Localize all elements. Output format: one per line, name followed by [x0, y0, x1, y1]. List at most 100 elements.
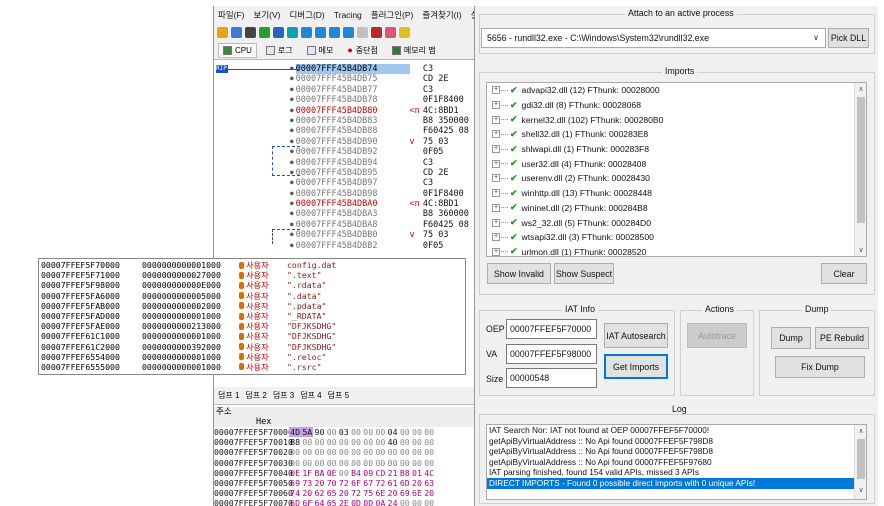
dump-row[interactable]: 00007FFEF5F70040 0E 1F BA 0E 00 B4 09 CD 21 B8 01 4C	[214, 468, 475, 478]
show-suspect-button[interactable]: Show Suspect	[554, 263, 614, 284]
import-module-row[interactable]: + ✔ wtsapi32.dll (3) FThunk: 00028500	[487, 230, 866, 245]
scroll-up-icon[interactable]: ∧	[855, 427, 866, 438]
expand-icon[interactable]: +	[492, 247, 500, 256]
tab-dump-3[interactable]: 덤프 3	[273, 390, 294, 401]
log-line[interactable]: IAT parsing finished, found 154 valid AP…	[487, 467, 866, 478]
size-input[interactable]: 00000548	[506, 368, 597, 388]
memory-map-panel[interactable]: 00007FFEF5F70000 0000000000001000 사용자 confi…	[38, 258, 466, 375]
dump-row[interactable]: 00007FFEF5F70060 74 20 62 65 20 72 75 6E 20 69 6E 20	[214, 488, 475, 498]
memory-region-row[interactable]: 00007FFEF5F70000 0000000000001000 사용자 confi…	[39, 260, 465, 270]
log-line[interactable]: getApiByVirtualAddress :: No Api found 0…	[487, 446, 866, 457]
autotrace-button[interactable]: Autotrace	[687, 323, 747, 348]
disasm-row[interactable]: ● 00007FFF45B4DB92 0F05	[214, 147, 475, 157]
dump-row[interactable]: 00007FFEF5F70050 69 73 20 70 72 6F 67 72 61 6D 20 63	[214, 478, 475, 488]
disasm-row[interactable]: ● 00007FFF45B4DB94 C3	[214, 158, 475, 168]
disasm-row[interactable]: ● 00007FFF45B4DBA0 <n 4C:8BD1	[214, 199, 475, 209]
expand-icon[interactable]: +	[492, 115, 500, 124]
dump-button[interactable]: Dump	[771, 327, 811, 349]
imports-tree[interactable]: + ✔ advapi32.dll (12) FThunk: 00028000 + ✔ gd…	[486, 82, 867, 257]
run-to-user-icon[interactable]	[357, 27, 368, 38]
disasm-row[interactable]: ● 00007FFF45B4DB74 C3	[214, 64, 475, 75]
trace-over-icon[interactable]	[329, 27, 340, 38]
clear-imports-button[interactable]: Clear	[821, 263, 867, 284]
menu-plugins[interactable]: 플러그인(P)	[371, 9, 414, 21]
import-module-row[interactable]: + ✔ user32.dll (4) FThunk: 00028408	[487, 156, 866, 171]
disasm-row[interactable]: ● 00007FFF45B4DB80 <n 4C:8BD1	[214, 106, 475, 116]
tab-cpu[interactable]: CPU	[218, 42, 257, 58]
disasm-row[interactable]: ● 00007FFF45B4DBB0 v 75 03	[214, 230, 475, 240]
menu-debug[interactable]: 디버그(D)	[289, 9, 324, 21]
disasm-row[interactable]: ● 00007FFF45B4DBA8 F60425 08	[214, 220, 475, 230]
log-line[interactable]: getApiByVirtualAddress :: No Api found 0…	[487, 457, 866, 468]
expand-icon[interactable]: +	[492, 86, 500, 95]
scroll-thumb[interactable]	[857, 439, 865, 479]
menu-file[interactable]: 파일(F)	[218, 9, 245, 21]
expand-icon[interactable]: +	[492, 130, 500, 139]
disasm-row[interactable]: ● 00007FFF45B4DBA3 B8 360000	[214, 209, 475, 219]
memory-region-row[interactable]: 00007FFEF61C1000 0000000000001000 사용자 "DFJK…	[39, 331, 465, 341]
run-icon[interactable]	[259, 27, 270, 38]
expand-icon[interactable]: +	[492, 203, 500, 212]
import-module-row[interactable]: + ✔ advapi32.dll (12) FThunk: 00028000	[487, 83, 866, 98]
memory-region-row[interactable]: 00007FFEF6555000 0000000000001000 사용자 ".rsr…	[39, 362, 465, 372]
tab-memory-map[interactable]: 메모리 맵	[387, 42, 441, 59]
memory-region-row[interactable]: 00007FFEF5FAE000 0000000000213000 사용자 "DFJK…	[39, 321, 465, 331]
disasm-row[interactable]: ● 00007FFF45B4DB98 0F1F8400	[214, 189, 475, 199]
process-select[interactable]: 5656 - rundll32.exe - C:\Windows\System3…	[481, 28, 826, 48]
import-module-row[interactable]: + ✔ shlwapi.dll (1) FThunk: 000283F8	[487, 142, 866, 157]
memory-region-row[interactable]: 00007FFEF5FA6000 0000000000005000 사용자 ".dat…	[39, 291, 465, 301]
import-module-row[interactable]: + ✔ ws2_32.dll (5) FThunk: 000284D0	[487, 215, 866, 230]
va-input[interactable]: 00007FFEF5F98000	[506, 344, 597, 364]
fix-dump-button[interactable]: Fix Dump	[775, 356, 865, 378]
disasm-row[interactable]: ● 00007FFF45B4DB83 B8 350000	[214, 116, 475, 126]
imports-scrollbar[interactable]: ∧ ∨	[854, 83, 866, 256]
memory-region-row[interactable]: 00007FFEF61C2000 0000000000392000 사용자 "DFJK…	[39, 342, 465, 352]
show-invalid-button[interactable]: Show Invalid	[487, 263, 551, 284]
log-line[interactable]: DIRECT IMPORTS - Found 0 possible direct…	[487, 477, 866, 489]
scroll-thumb[interactable]	[857, 97, 865, 223]
dump-row[interactable]: 00007FFEF5F70020 00 00 00 00 00 00 00 00 00 00 00 00	[214, 447, 475, 457]
pause-icon[interactable]	[273, 27, 284, 38]
memory-region-row[interactable]: 00007FFEF5FAD000 0000000000001000 사용자 "_RDA…	[39, 311, 465, 321]
scylla-icon[interactable]	[371, 27, 382, 38]
disasm-row[interactable]: ● 00007FFF45B4DB78 0F1F8400	[214, 95, 475, 105]
scroll-down-icon[interactable]: ∨	[855, 246, 866, 254]
memory-region-row[interactable]: 00007FFEF5F71000 0000000000027000 사용자 ".tex…	[39, 270, 465, 280]
import-module-row[interactable]: + ✔ kernel32.dll (102) FThunk: 000280B0	[487, 112, 866, 127]
log-view[interactable]: IAT Search Nor: IAT not found at OEP 000…	[486, 424, 867, 500]
memory-region-row[interactable]: 00007FFEF6554000 0000000000001000 사용자 ".rel…	[39, 352, 465, 362]
restart-icon[interactable]	[231, 27, 242, 38]
pe-rebuild-button[interactable]: PE Rebuild	[815, 327, 869, 349]
expand-icon[interactable]: +	[492, 159, 500, 168]
tab-breakpoints[interactable]: ● 중단점	[342, 42, 383, 59]
log-line[interactable]: IAT Search Nor: IAT not found at OEP 000…	[487, 425, 866, 436]
menu-view[interactable]: 보기(V)	[254, 9, 281, 21]
dump-row[interactable]: 00007FFEF5F70010 B8 00 00 00 00 00 00 00 40 00 00 00	[214, 437, 475, 447]
expand-icon[interactable]: +	[492, 174, 500, 183]
disasm-row[interactable]: ● 00007FFF45B4DB97 C3	[214, 178, 475, 188]
disasm-row[interactable]: ● 00007FFF45B4DBB2 0F05	[214, 241, 475, 251]
dump-row[interactable]: 00007FFEF5F70070 6D 6F 64 65 2E 0D 0D 0A 24 00 00 00	[214, 498, 475, 506]
disasm-row[interactable]: ● 00007FFF45B4DB95 CD 2E	[214, 168, 475, 178]
iat-autosearch-button[interactable]: IAT Autosearch	[604, 323, 668, 348]
import-module-row[interactable]: + ✔ shell32.dll (1) FThunk: 000283E8	[487, 127, 866, 142]
tab-dump-1[interactable]: 덤프 1	[218, 390, 239, 401]
menu-tracing[interactable]: Tracing	[334, 10, 362, 20]
menu-favorites[interactable]: 즐겨찾기(I)	[422, 9, 461, 21]
log-line[interactable]: getApiByVirtualAddress :: No Api found 0…	[487, 436, 866, 447]
comment-icon[interactable]	[399, 27, 410, 38]
disasm-row[interactable]: ● 00007FFF45B4DB77 C3	[214, 85, 475, 95]
trace-into-icon[interactable]	[315, 27, 326, 38]
tab-dump-4[interactable]: 덤프 4	[300, 390, 321, 401]
expand-icon[interactable]: +	[492, 101, 500, 110]
open-icon[interactable]	[217, 27, 228, 38]
disasm-row[interactable]: ● 00007FFF45B4DB75 CD 2E	[214, 74, 475, 84]
dump-row[interactable]: 00007FFEF5F70000 4D 5A 90 00 03 00 00 00 04 00 00 00	[214, 427, 475, 438]
pick-dll-button[interactable]: Pick DLL	[828, 28, 869, 48]
disasm-row[interactable]: ● 00007FFF45B4DB88 F60425 08	[214, 126, 475, 136]
close-icon[interactable]	[245, 27, 256, 38]
disasm-row[interactable]: ● 00007FFF45B4DB90 v 75 03	[214, 137, 475, 147]
import-module-row[interactable]: + ✔ userenv.dll (2) FThunk: 00028430	[487, 171, 866, 186]
step-over-icon[interactable]	[301, 27, 312, 38]
scroll-down-icon[interactable]: ∨	[855, 486, 866, 497]
